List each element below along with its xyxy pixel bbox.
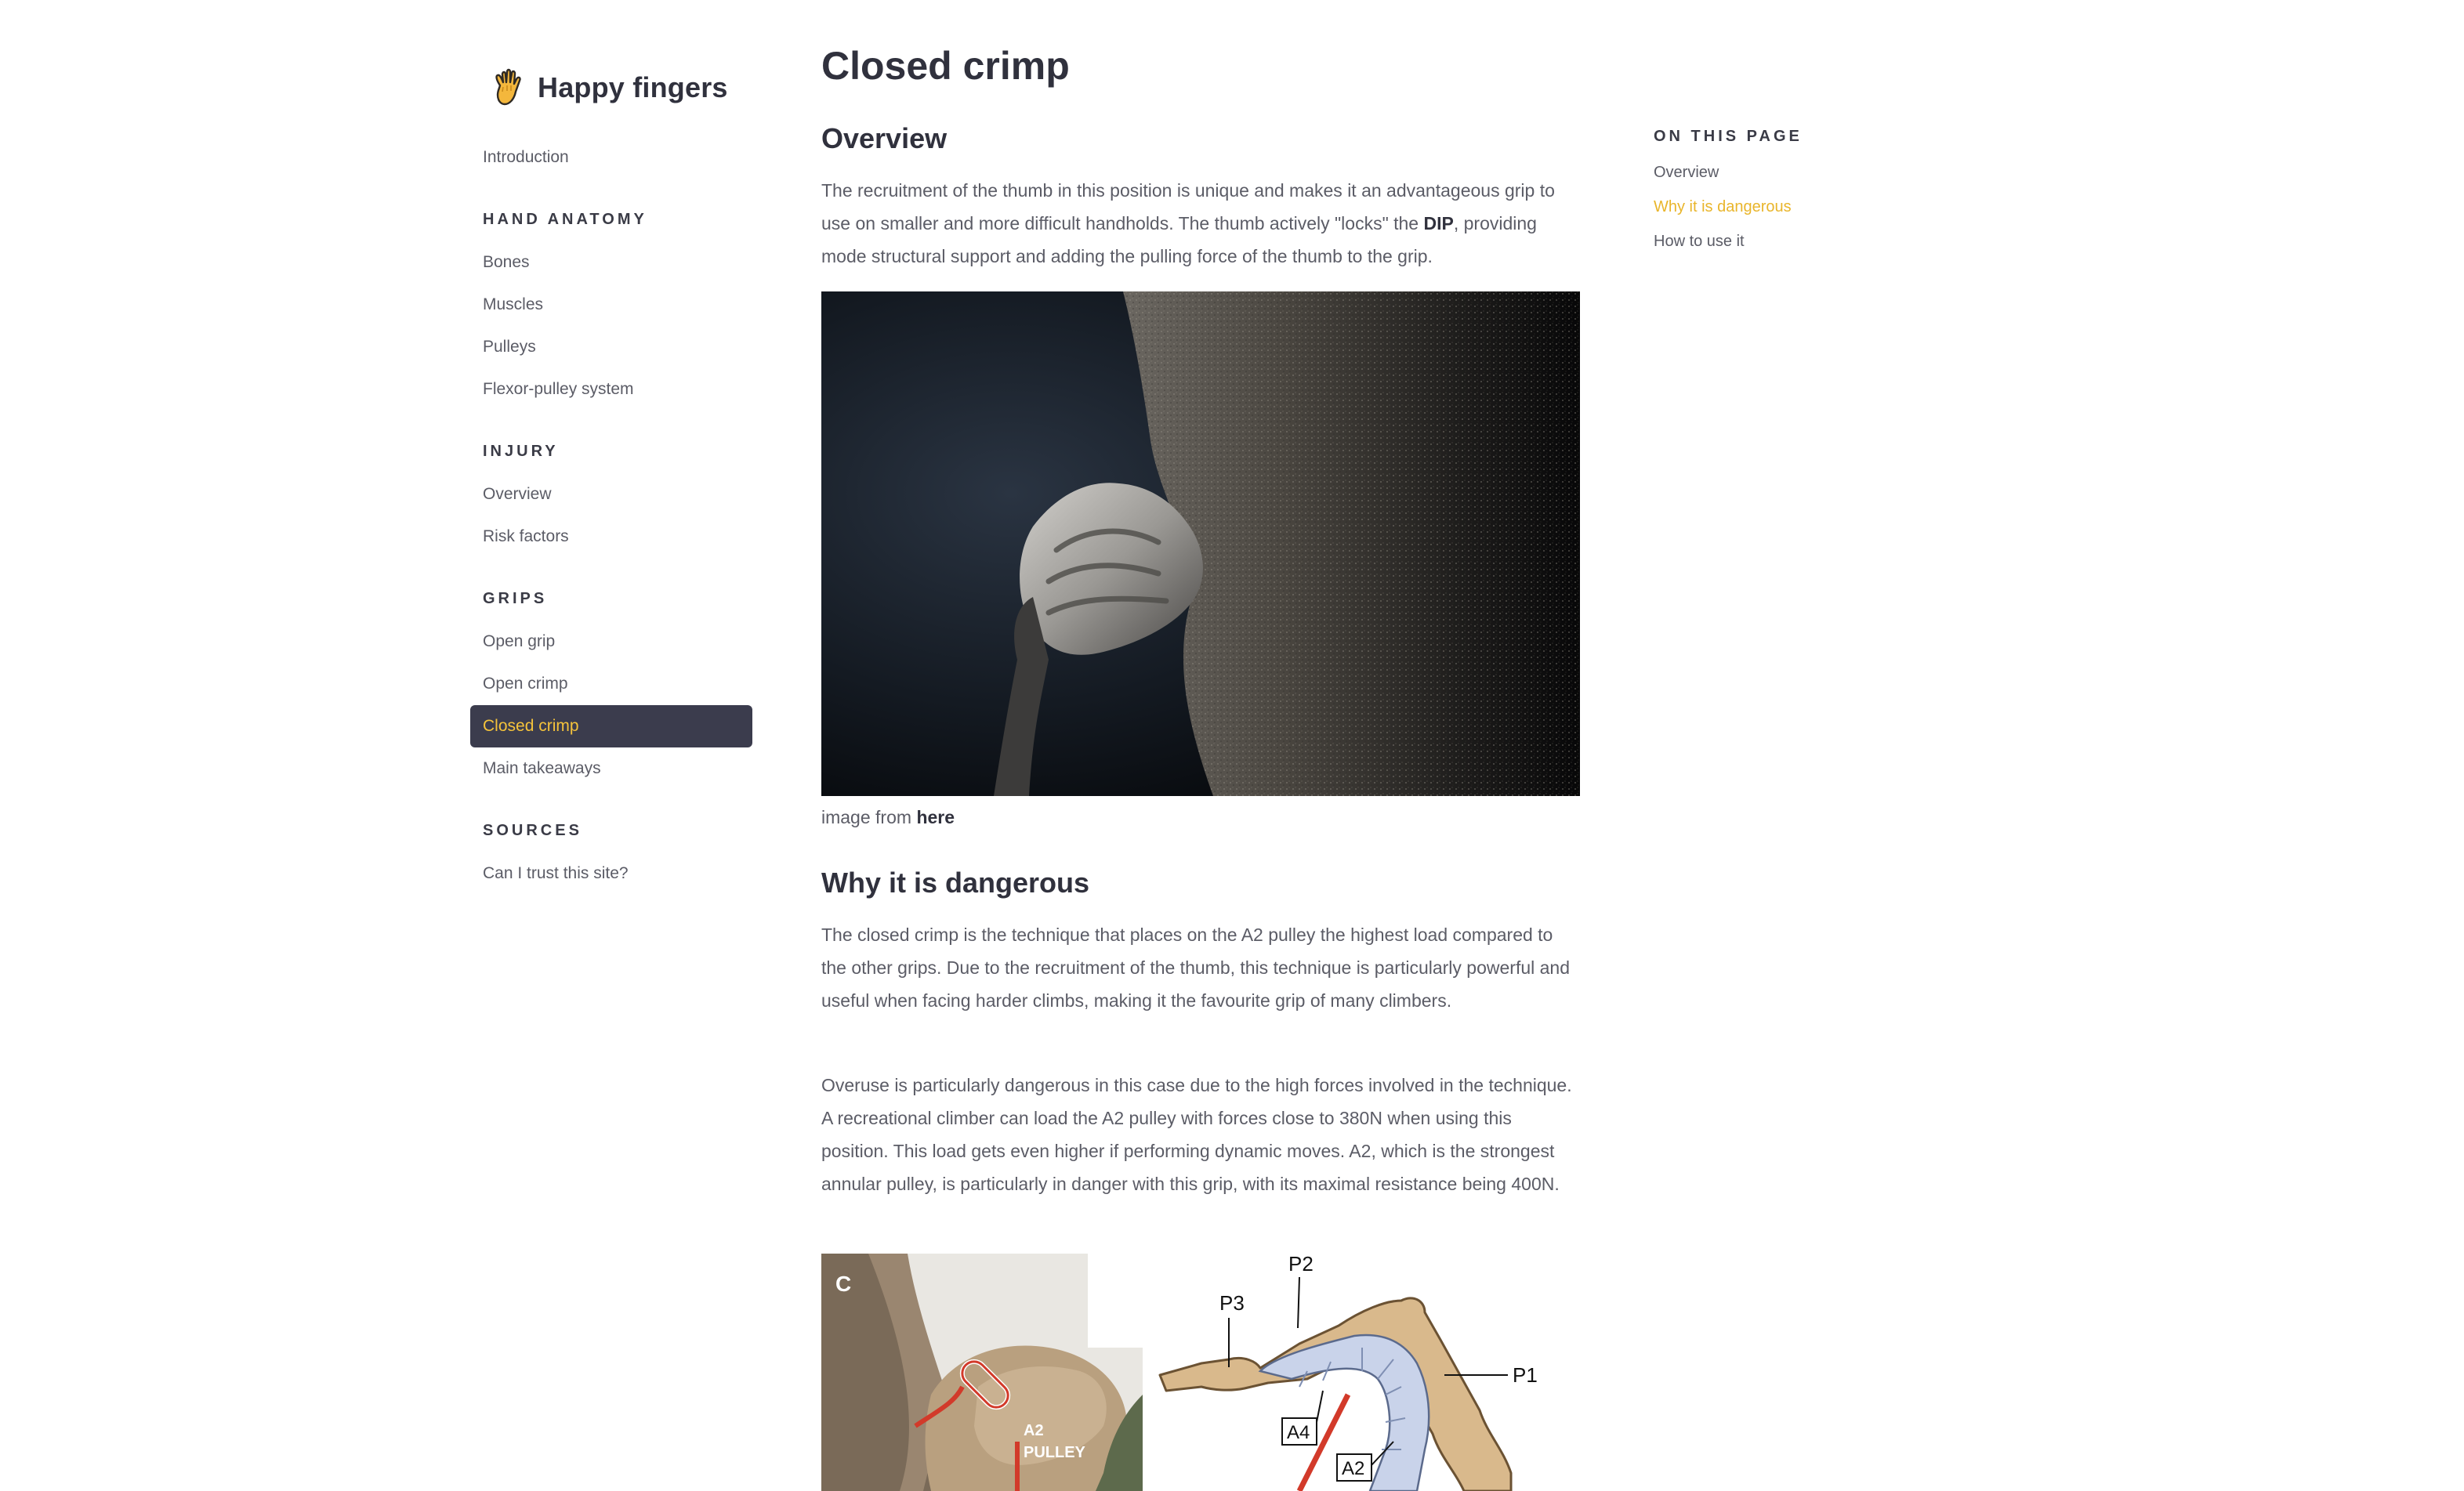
nav-item-main-takeaways[interactable]: Main takeaways (470, 747, 752, 790)
panel-letter: C (835, 1272, 851, 1296)
nav-item-can-i-trust[interactable]: Can I trust this site? (470, 852, 752, 895)
nav-section-hand-anatomy: HAND ANATOMY (483, 211, 647, 228)
on-this-page: ON THIS PAGE Overview Why it is dangerou… (1654, 125, 1889, 259)
pulley-diagram: C A2 PULLEY P3 P2 P1 A4 A2 (821, 1254, 1580, 1491)
sidebar: Happy fingers Introduction HAND ANATOMY … (470, 66, 760, 895)
climbing-hand-image (821, 291, 1580, 796)
pulley-label-pulley: PULLEY (1024, 1444, 1086, 1461)
dip-term: DIP (1423, 213, 1454, 233)
overview-heading: Overview (821, 122, 948, 154)
overview-paragraph: The recruitment of the thumb in this pos… (821, 174, 1582, 273)
image-caption: image from here (821, 807, 955, 828)
brand[interactable]: Happy fingers (492, 66, 760, 110)
nav-item-open-crimp[interactable]: Open crimp (470, 663, 752, 705)
page-title: Closed crimp (821, 44, 1070, 88)
nav-section-sources: SOURCES (483, 822, 582, 839)
caption-link[interactable]: here (916, 807, 955, 827)
climbing-photo (821, 291, 1580, 796)
nav-item-flexor-pulley-system[interactable]: Flexor-pulley system (470, 368, 752, 411)
toc-item-how-to-use[interactable]: How to use it (1654, 224, 1889, 259)
nav-section-grips: GRIPS (483, 590, 548, 607)
nav-item-bones[interactable]: Bones (470, 241, 752, 284)
nav-item-closed-crimp[interactable]: Closed crimp (470, 705, 752, 747)
pulley-figure: C A2 PULLEY P3 P2 P1 A4 A2 (821, 1254, 1580, 1491)
main-content: Closed crimp Overview The recruitment of… (821, 41, 1582, 1491)
pulley-label-a2: A2 (1024, 1422, 1044, 1439)
nav-item-pulleys[interactable]: Pulleys (470, 326, 752, 368)
danger-paragraph-2: Overuse is particularly dangerous in thi… (821, 1075, 1572, 1194)
nav-section-injury: INJURY (483, 443, 559, 460)
nav-list: Introduction HAND ANATOMY Bones Muscles … (470, 136, 760, 895)
danger-heading: Why it is dangerous (821, 867, 1090, 899)
bone-label-p3: P3 (1219, 1291, 1245, 1315)
bone-label-p2: P2 (1288, 1254, 1314, 1276)
nav-item-introduction[interactable]: Introduction (470, 136, 752, 179)
nav-item-open-grip[interactable]: Open grip (470, 621, 752, 663)
nav-item-risk-factors[interactable]: Risk factors (470, 516, 752, 558)
nav-item-muscles[interactable]: Muscles (470, 284, 752, 326)
brand-title: Happy fingers (538, 71, 728, 103)
bone-label-p1: P1 (1513, 1363, 1538, 1387)
toc-title: ON THIS PAGE (1654, 128, 1803, 145)
hand-icon (495, 68, 521, 106)
nav-item-injury-overview[interactable]: Overview (470, 473, 752, 516)
caption-prefix: image from (821, 807, 917, 827)
danger-paragraph-1: The closed crimp is the technique that p… (821, 925, 1571, 1011)
toc-item-overview[interactable]: Overview (1654, 155, 1889, 190)
toc-item-why-dangerous[interactable]: Why it is dangerous (1654, 190, 1889, 224)
box-label-a4: A4 (1287, 1422, 1310, 1443)
box-label-a2: A2 (1342, 1458, 1364, 1479)
